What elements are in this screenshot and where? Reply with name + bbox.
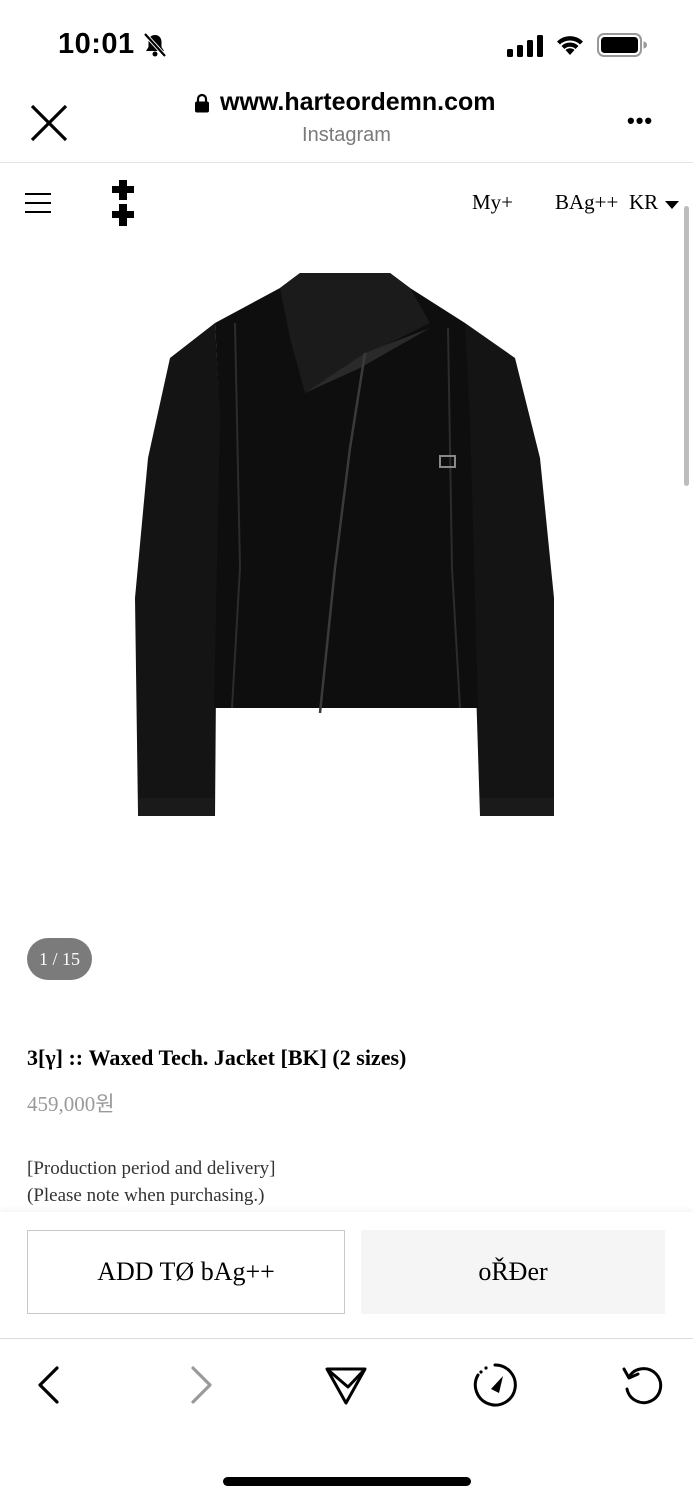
- source-label: Instagram: [302, 124, 391, 146]
- product-image[interactable]: [130, 268, 560, 823]
- bell-slash-icon: [143, 32, 167, 58]
- info-line: [Production period and delivery]: [27, 1158, 276, 1179]
- status-time: 10:01: [58, 28, 135, 60]
- scrollbar[interactable]: [684, 206, 689, 486]
- reload-icon[interactable]: [621, 1363, 665, 1407]
- home-indicator[interactable]: [223, 1477, 471, 1486]
- forward-icon[interactable]: [178, 1363, 222, 1407]
- battery-icon: [597, 33, 647, 57]
- my-account-link[interactable]: My+: [472, 190, 513, 215]
- product-title: 3[γ] :: Waxed Tech. Jacket [BK] (2 sizes…: [27, 1045, 407, 1070]
- toolbar-divider: [0, 1338, 693, 1339]
- compass-icon[interactable]: [473, 1363, 517, 1407]
- share-icon[interactable]: [324, 1363, 368, 1407]
- image-counter: 1 / 15: [27, 938, 92, 980]
- lock-icon: [195, 93, 209, 113]
- back-icon[interactable]: [28, 1363, 72, 1407]
- menu-icon[interactable]: [25, 192, 51, 214]
- header-divider: [0, 162, 693, 163]
- signal-icon: [507, 35, 543, 57]
- wifi-icon: [557, 36, 583, 55]
- product-price: 459,000원: [27, 1092, 115, 1116]
- url-text[interactable]: www.harteordemn.com: [220, 88, 496, 117]
- caret-down-icon[interactable]: [665, 200, 679, 210]
- logo-icon[interactable]: [110, 180, 136, 226]
- more-menu-button[interactable]: •••: [627, 108, 653, 134]
- region-selector[interactable]: KR: [629, 190, 658, 215]
- bag-link[interactable]: BAg++: [555, 190, 618, 215]
- order-button[interactable]: oŘĐer: [361, 1230, 665, 1314]
- info-line: (Please note when purchasing.): [27, 1185, 265, 1206]
- add-to-bag-button[interactable]: ADD TØ bAg++: [27, 1230, 345, 1314]
